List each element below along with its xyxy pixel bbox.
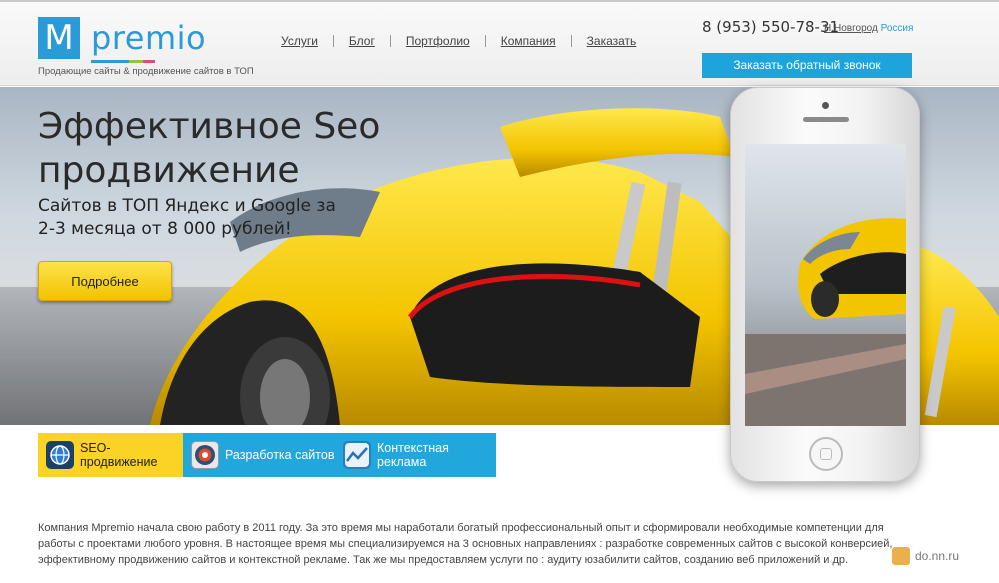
logo-name[interactable]: premio [91, 19, 206, 57]
city-selector[interactable]: Н.Новгород Россия [824, 23, 913, 34]
callback-button[interactable]: Заказать обратный звонок [702, 53, 912, 78]
tab-seo[interactable]: SEO-продвижение [38, 433, 183, 477]
logo-underline-pink [143, 60, 155, 63]
hero-title: Эффективное Seo продвижение [38, 106, 381, 191]
about-text: Компания Mpremio начала свою работу в 20… [38, 522, 893, 566]
nav-item-services[interactable]: Услуги [266, 35, 334, 47]
chart-icon [343, 441, 371, 469]
logo-underline-blue [91, 60, 129, 63]
nav-item-blog[interactable]: Блог [334, 35, 391, 47]
phone-home-button [809, 437, 843, 471]
more-button[interactable]: Подробнее [38, 261, 172, 301]
nav-item-portfolio[interactable]: Портфолио [391, 35, 486, 47]
tab-context-ads[interactable]: Контекстная реклама [335, 433, 496, 477]
phone-screen-car-image [745, 144, 906, 426]
phone-number[interactable]: 8 (953) 550-78-31 [702, 18, 839, 36]
country-name: Россия [880, 23, 914, 34]
watermark-text: do.nn.ru [915, 549, 960, 563]
phone-home-square [820, 448, 832, 460]
phone-camera [822, 102, 829, 109]
globe-icon [46, 441, 74, 469]
phone-mockup-image [730, 87, 920, 482]
target-icon [191, 441, 219, 469]
services-tabs: SEO-продвижение Разработка сайтов Контек… [38, 433, 496, 477]
logo-underline-green [129, 60, 143, 63]
tab-web-development[interactable]: Разработка сайтов [183, 433, 335, 477]
watermark-logo-icon [892, 547, 910, 565]
hero-subtitle: Сайтов в ТОП Яндекс и Google за 2-3 меся… [38, 196, 336, 239]
phone-screen [745, 144, 906, 426]
tab-context-ads-label: Контекстная реклама [377, 441, 449, 469]
site-header: M premio Продающие сайты & продвижение с… [0, 0, 999, 86]
nav-item-order[interactable]: Заказать [572, 35, 652, 47]
main-nav: Услуги Блог Портфолио Компания Заказать [266, 35, 651, 47]
tab-seo-label: SEO-продвижение [80, 441, 158, 469]
logo-tagline: Продающие сайты & продвижение сайтов в Т… [38, 66, 254, 77]
phone-speaker [803, 117, 849, 122]
city-name[interactable]: Н.Новгород [824, 23, 878, 34]
tab-web-development-label: Разработка сайтов [225, 448, 335, 462]
nav-item-company[interactable]: Компания [486, 35, 572, 47]
logo-mark[interactable]: M [38, 17, 80, 59]
watermark: do.nn.ru [892, 547, 959, 565]
